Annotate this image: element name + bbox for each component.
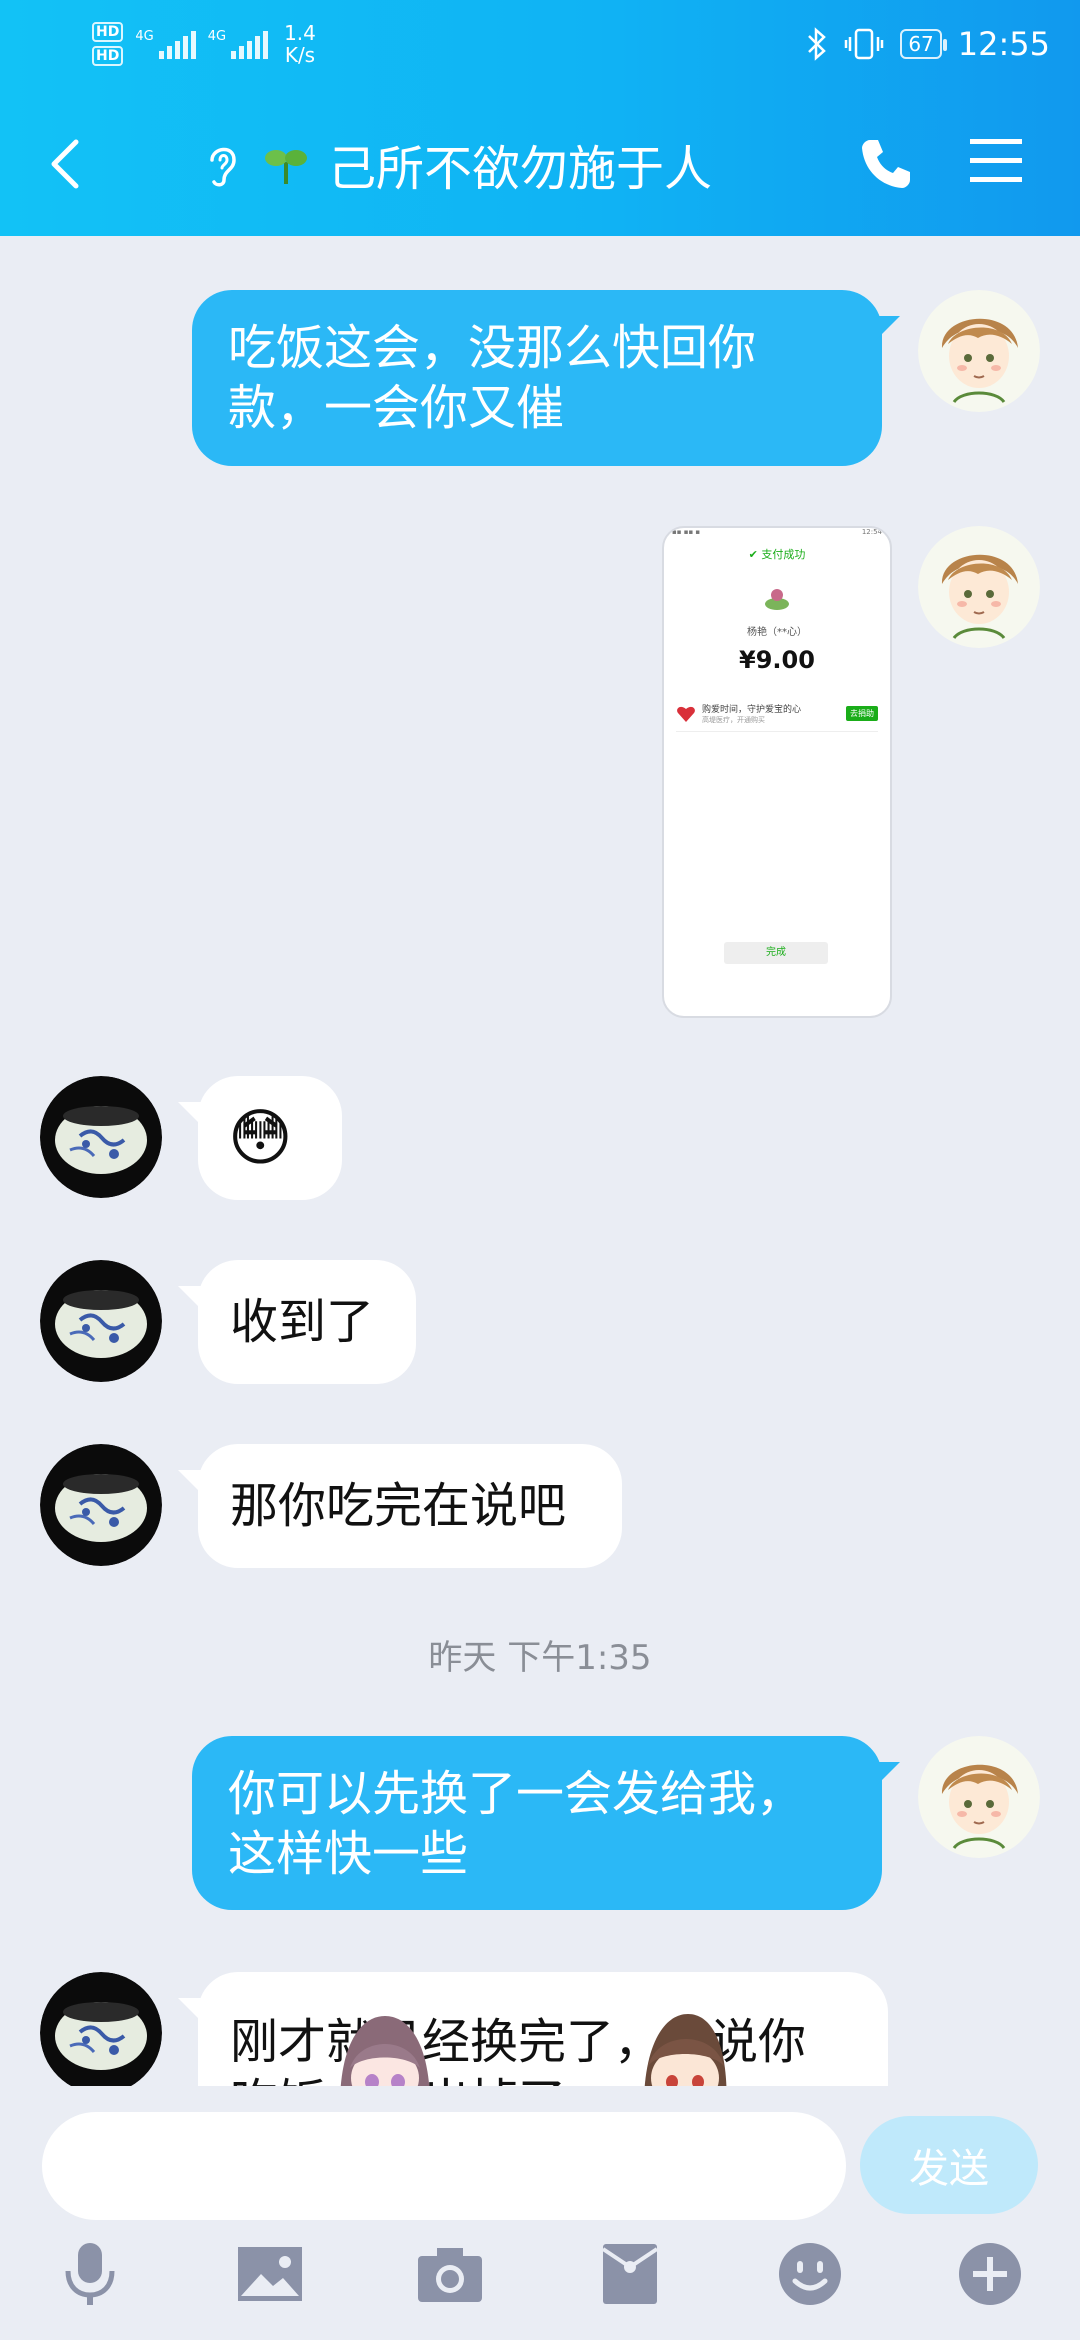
charity-ad: 购爱时间，守护爱宝的心 高堤医疗，开通购买 去捐助 bbox=[676, 702, 878, 732]
message-text-line: 你可以先换了一会发给我， bbox=[228, 1766, 805, 1822]
camera-icon bbox=[418, 2248, 482, 2302]
camera-button[interactable] bbox=[410, 2234, 490, 2314]
payment-screenshot-image[interactable]: ▪▪ ▪▪ ▪ 12:54 ✔ 支付成功 杨艳（**心） ¥9.00 购爱时间，… bbox=[662, 526, 892, 1018]
charity-ad-button: 去捐助 bbox=[846, 706, 878, 721]
back-icon[interactable] bbox=[38, 124, 94, 204]
my-avatar[interactable] bbox=[918, 526, 1040, 648]
my-avatar[interactable] bbox=[918, 1736, 1040, 1858]
voice-button[interactable] bbox=[50, 2234, 130, 2314]
contact-avatar[interactable] bbox=[40, 1076, 162, 1198]
composer-toolbar bbox=[0, 2234, 1080, 2334]
payment-amount: ¥9.00 bbox=[739, 646, 815, 674]
image-icon bbox=[238, 2247, 302, 2301]
check-icon: ✔ bbox=[748, 548, 758, 561]
clock: 12:55 bbox=[957, 25, 1050, 63]
screenshot-status-time: 12:54 bbox=[861, 528, 882, 536]
boy-avatar-icon bbox=[918, 526, 1040, 648]
red-packet-icon bbox=[601, 2244, 659, 2304]
bubble-tail bbox=[876, 1762, 900, 1786]
message-incoming[interactable]: 😳 bbox=[198, 1076, 342, 1200]
sim1-signal-icon: 4G bbox=[135, 29, 196, 59]
message-text: 那你吃完在说吧 bbox=[230, 1478, 567, 1534]
mic-icon bbox=[65, 2243, 115, 2305]
payment-success-label: ✔ 支付成功 bbox=[664, 546, 890, 562]
charity-ad-subtitle: 高堤医疗，开通购买 bbox=[702, 716, 765, 724]
hd-badges: HD HD bbox=[92, 22, 124, 66]
sim2-signal-icon: 4G bbox=[207, 29, 269, 59]
hd-badge-1: HD bbox=[92, 22, 124, 42]
message-text-line: 吃饭这会，没那么快回你 bbox=[228, 320, 757, 376]
done-button: 完成 bbox=[724, 942, 828, 964]
contact-avatar[interactable] bbox=[40, 1444, 162, 1566]
more-button[interactable] bbox=[950, 2234, 1030, 2314]
screenshot-status-bar: ▪▪ ▪▪ ▪ 12:54 bbox=[664, 528, 890, 542]
boy-avatar-icon bbox=[918, 1736, 1040, 1858]
network-speed-unit: K/s bbox=[284, 43, 316, 67]
menu-icon[interactable] bbox=[968, 136, 1024, 186]
porcelain-bowl-avatar-icon bbox=[40, 1972, 162, 2094]
message-text-line: 款，一会你又催 bbox=[228, 380, 565, 436]
network-speed: 1.4 K/s bbox=[284, 22, 316, 66]
message-incoming[interactable]: 收到了 bbox=[198, 1260, 416, 1384]
bluetooth-icon bbox=[808, 27, 827, 61]
composer-area: 发送 bbox=[0, 2086, 1080, 2340]
porcelain-bowl-avatar-icon bbox=[40, 1076, 162, 1198]
sprout-icon bbox=[265, 150, 307, 184]
payment-success-text: 支付成功 bbox=[761, 548, 806, 561]
send-button[interactable]: 发送 bbox=[860, 2116, 1038, 2214]
merchant-logo-icon bbox=[664, 586, 890, 615]
chat-title: 己所不欲勿施于人 bbox=[328, 141, 713, 197]
timestamp-divider: 昨天 下午1:35 bbox=[428, 1638, 652, 1678]
emoji-button[interactable] bbox=[770, 2234, 850, 2314]
plus-icon bbox=[959, 2243, 1021, 2305]
red-packet-button[interactable] bbox=[590, 2234, 670, 2314]
my-avatar[interactable] bbox=[918, 290, 1040, 412]
heart-icon bbox=[677, 706, 695, 722]
chat-title-area[interactable]: 己所不欲勿施于人 bbox=[200, 126, 712, 202]
network-speed-value: 1.4 bbox=[284, 21, 316, 45]
hd-badge-2: HD bbox=[92, 46, 124, 66]
ear-icon bbox=[210, 147, 236, 187]
charity-ad-text: 购爱时间，守护爱宝的心 高堤医疗，开通购买 bbox=[702, 702, 840, 725]
message-text-line: 这样快一些 bbox=[228, 1826, 469, 1882]
sim2-network-label: 4G bbox=[207, 29, 227, 44]
nav-bar: 己所不欲勿施于人 bbox=[0, 96, 1080, 232]
message-text: 收到了 bbox=[230, 1294, 375, 1350]
message-text-line: 刚才就已经换完了，你说你 bbox=[230, 2014, 807, 2070]
battery-level: 67 bbox=[900, 29, 948, 59]
bubble-tail bbox=[876, 316, 900, 340]
sim1-network-label: 4G bbox=[135, 29, 154, 44]
phone-icon[interactable] bbox=[856, 134, 916, 194]
emoji-icon bbox=[779, 2243, 841, 2305]
screenshot-status-left: ▪▪ ▪▪ ▪ bbox=[672, 528, 701, 536]
status-bar-left: HD HD 4G 4G 1.4 K/s bbox=[92, 14, 316, 74]
porcelain-bowl-avatar-icon bbox=[40, 1260, 162, 1382]
flushed-emoji-icon: 😳 bbox=[228, 1101, 293, 1174]
chat-header: HD HD 4G 4G 1.4 K/s 67 12:55 己所不欲勿施于人 bbox=[0, 0, 1080, 236]
image-button[interactable] bbox=[230, 2234, 310, 2314]
vibrate-icon bbox=[845, 28, 884, 60]
message-input[interactable] bbox=[42, 2112, 846, 2220]
charity-ad-title: 购爱时间，守护爱宝的心 bbox=[702, 705, 802, 715]
message-outgoing[interactable]: 你可以先换了一会发给我， 这样快一些 bbox=[192, 1736, 882, 1910]
contact-avatar[interactable] bbox=[40, 1972, 162, 2094]
message-incoming[interactable]: 那你吃完在说吧 bbox=[198, 1444, 622, 1568]
message-outgoing[interactable]: 吃饭这会，没那么快回你 款，一会你又催 bbox=[192, 290, 882, 466]
contact-avatar[interactable] bbox=[40, 1260, 162, 1382]
merchant-name: 杨艳（**心） bbox=[747, 627, 807, 638]
porcelain-bowl-avatar-icon bbox=[40, 1444, 162, 1566]
status-bar-right: 67 12:55 bbox=[806, 14, 1050, 74]
boy-avatar-icon bbox=[918, 290, 1040, 412]
